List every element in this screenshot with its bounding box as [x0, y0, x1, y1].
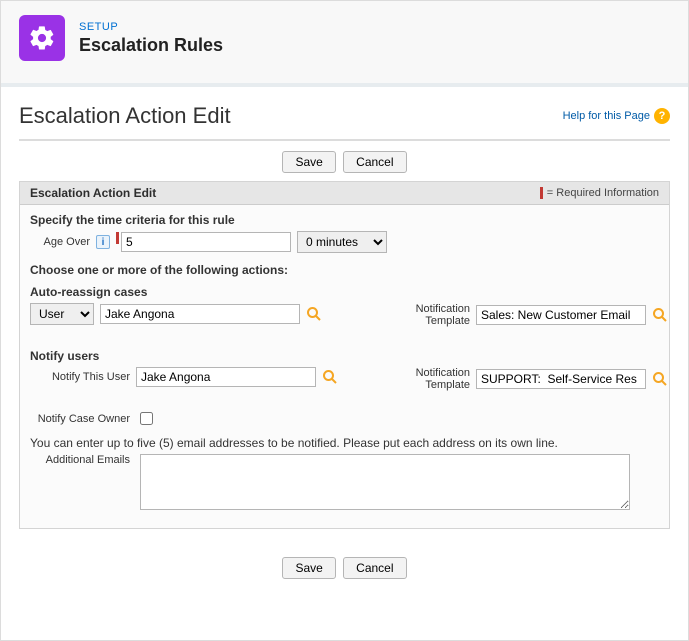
help-link-text: Help for this Page [563, 110, 650, 122]
required-bar-icon [540, 187, 543, 199]
emails-helper-text: You can enter up to five (5) email addre… [30, 436, 659, 450]
notify-users-heading: Notify users [30, 349, 659, 363]
notify-this-user-input[interactable] [136, 367, 316, 387]
gear-icon [19, 15, 65, 61]
additional-emails-label: Additional Emails [30, 454, 130, 466]
reassign-notif-input[interactable] [476, 305, 646, 325]
help-icon: ? [654, 108, 670, 124]
age-over-label: Age Over [30, 236, 90, 248]
lookup-icon[interactable] [652, 307, 668, 323]
notify-case-owner-checkbox[interactable] [140, 412, 153, 425]
actions-heading: Choose one or more of the following acti… [30, 263, 659, 277]
info-icon[interactable]: i [96, 235, 110, 249]
additional-emails-textarea[interactable] [140, 454, 630, 510]
cancel-button-bottom[interactable]: Cancel [343, 557, 406, 579]
save-button-bottom[interactable]: Save [282, 557, 335, 579]
required-info: = Required Information [540, 187, 659, 199]
time-criteria-heading: Specify the time criteria for this rule [30, 213, 659, 227]
required-bar-icon [116, 232, 119, 244]
page-title: Escalation Action Edit [19, 103, 231, 129]
setup-breadcrumb: SETUP [79, 21, 223, 33]
minutes-select[interactable]: 0 minutes [297, 231, 387, 253]
reassign-notif-label: Notification Template [390, 303, 470, 327]
lookup-icon[interactable] [306, 306, 322, 322]
age-over-input[interactable] [121, 232, 291, 252]
reassign-user-input[interactable] [100, 304, 300, 324]
notify-notif-input[interactable] [476, 369, 646, 389]
save-button[interactable]: Save [282, 151, 335, 173]
notify-this-user-label: Notify This User [30, 371, 130, 383]
cancel-button[interactable]: Cancel [343, 151, 406, 173]
auto-reassign-heading: Auto-reassign cases [30, 285, 659, 299]
lookup-icon[interactable] [322, 369, 338, 385]
notify-notif-label: Notification Template [390, 367, 470, 391]
lookup-icon[interactable] [652, 371, 668, 387]
required-info-text: = Required Information [547, 187, 659, 199]
notify-case-owner-label: Notify Case Owner [30, 413, 130, 425]
help-link[interactable]: Help for this Page ? [563, 108, 670, 124]
app-title: Escalation Rules [79, 35, 223, 56]
reassign-type-select[interactable]: User [30, 303, 94, 325]
section-title: Escalation Action Edit [30, 186, 156, 200]
